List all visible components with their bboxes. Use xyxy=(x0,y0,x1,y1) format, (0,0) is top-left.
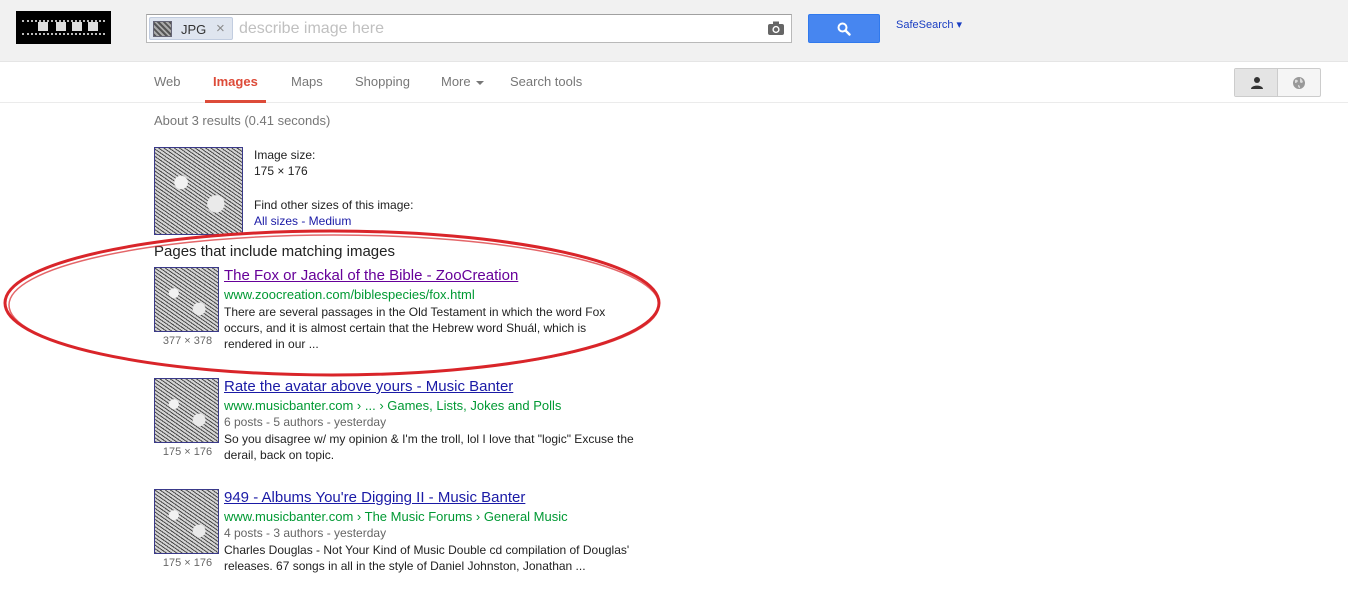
tab-web[interactable]: Web xyxy=(154,74,181,103)
logo-block xyxy=(56,22,66,31)
result-snippet: There are several passages in the Old Te… xyxy=(224,304,679,352)
safesearch-menu[interactable]: SafeSearch ▾ xyxy=(896,18,962,31)
result-title-link[interactable]: The Fox or Jackal of the Bible - ZooCrea… xyxy=(224,267,518,284)
results-stats: About 3 results (0.41 seconds) xyxy=(154,113,331,128)
caret-down-icon xyxy=(475,80,484,85)
result-thumbnail[interactable] xyxy=(154,378,219,443)
tab-search-tools[interactable]: Search tools xyxy=(510,74,582,103)
result-item: 175 × 176 949 - Albums You're Digging II… xyxy=(154,489,694,579)
snippet-line: derail, back on topic. xyxy=(224,448,335,462)
result-thumbnail[interactable] xyxy=(154,489,219,554)
snippet-line: releases. 67 songs in all in the style o… xyxy=(224,559,586,573)
chip-label: JPG xyxy=(181,22,207,37)
result-meta: 6 posts - 5 authors - yesterday xyxy=(224,415,387,429)
query-image-thumbnail xyxy=(153,21,172,37)
result-dimensions: 377 × 378 xyxy=(162,335,213,347)
result-thumbnail[interactable] xyxy=(154,267,219,332)
results-toggle xyxy=(1234,68,1321,97)
snippet-line: occurs, and it is almost certain that th… xyxy=(224,321,587,335)
result-item: 377 × 378 The Fox or Jackal of the Bible… xyxy=(154,267,694,357)
personal-results-button[interactable] xyxy=(1235,69,1278,96)
logo-block xyxy=(72,22,82,31)
section-heading: Pages that include matching images xyxy=(154,243,395,260)
globe-icon xyxy=(1293,77,1305,89)
result-snippet: So you disagree w/ my opinion & I'm the … xyxy=(224,431,679,463)
tab-images[interactable]: Images xyxy=(205,74,266,103)
tab-more-label: More xyxy=(441,74,471,89)
result-title-link[interactable]: 949 - Albums You're Digging II - Music B… xyxy=(224,489,525,506)
search-icon xyxy=(837,22,851,36)
nav-bar: Web Images Maps Shopping More Search too… xyxy=(0,62,1348,103)
close-icon[interactable]: × xyxy=(216,20,225,37)
result-item: 175 × 176 Rate the avatar above yours - … xyxy=(154,378,694,468)
query-image-preview[interactable] xyxy=(154,147,243,235)
top-bar: JPG × SafeSearch ▾ xyxy=(0,0,1348,62)
result-dimensions: 175 × 176 xyxy=(162,557,213,569)
image-size-label: Image size: xyxy=(254,148,316,162)
search-box[interactable]: JPG × xyxy=(146,14,792,43)
user-icon xyxy=(1251,77,1263,89)
result-url: www.musicbanter.com › ... › Games, Lists… xyxy=(224,398,562,413)
result-url: www.musicbanter.com › The Music Forums ›… xyxy=(224,509,568,524)
search-input[interactable] xyxy=(239,18,759,40)
search-button[interactable] xyxy=(808,14,880,43)
image-info: Image size: 175 × 176 Find other sizes o… xyxy=(254,147,413,229)
tab-more[interactable]: More xyxy=(441,74,484,103)
logo-block xyxy=(38,22,48,31)
snippet-line: So you disagree w/ my opinion & I'm the … xyxy=(224,432,634,446)
result-title-link[interactable]: Rate the avatar above yours - Music Bant… xyxy=(224,378,513,395)
tab-maps[interactable]: Maps xyxy=(291,74,323,103)
other-sizes-link[interactable]: All sizes - Medium xyxy=(254,213,413,229)
logo[interactable] xyxy=(16,11,111,44)
camera-icon[interactable] xyxy=(767,20,785,36)
image-size-value: 175 × 176 xyxy=(254,164,308,178)
global-results-button[interactable] xyxy=(1278,69,1321,96)
snippet-line: rendered in our ... xyxy=(224,337,319,351)
result-snippet: Charles Douglas - Not Your Kind of Music… xyxy=(224,542,679,574)
image-query-chip: JPG × xyxy=(149,17,233,40)
result-dimensions: 175 × 176 xyxy=(162,446,213,458)
snippet-line: Charles Douglas - Not Your Kind of Music… xyxy=(224,543,630,557)
result-url: www.zoocreation.com/biblespecies/fox.htm… xyxy=(224,287,475,302)
logo-block xyxy=(88,22,98,31)
other-sizes-label: Find other sizes of this image: xyxy=(254,198,414,212)
result-meta: 4 posts - 3 authors - yesterday xyxy=(224,526,387,540)
tab-shopping[interactable]: Shopping xyxy=(355,74,410,103)
snippet-line: There are several passages in the Old Te… xyxy=(224,305,606,319)
